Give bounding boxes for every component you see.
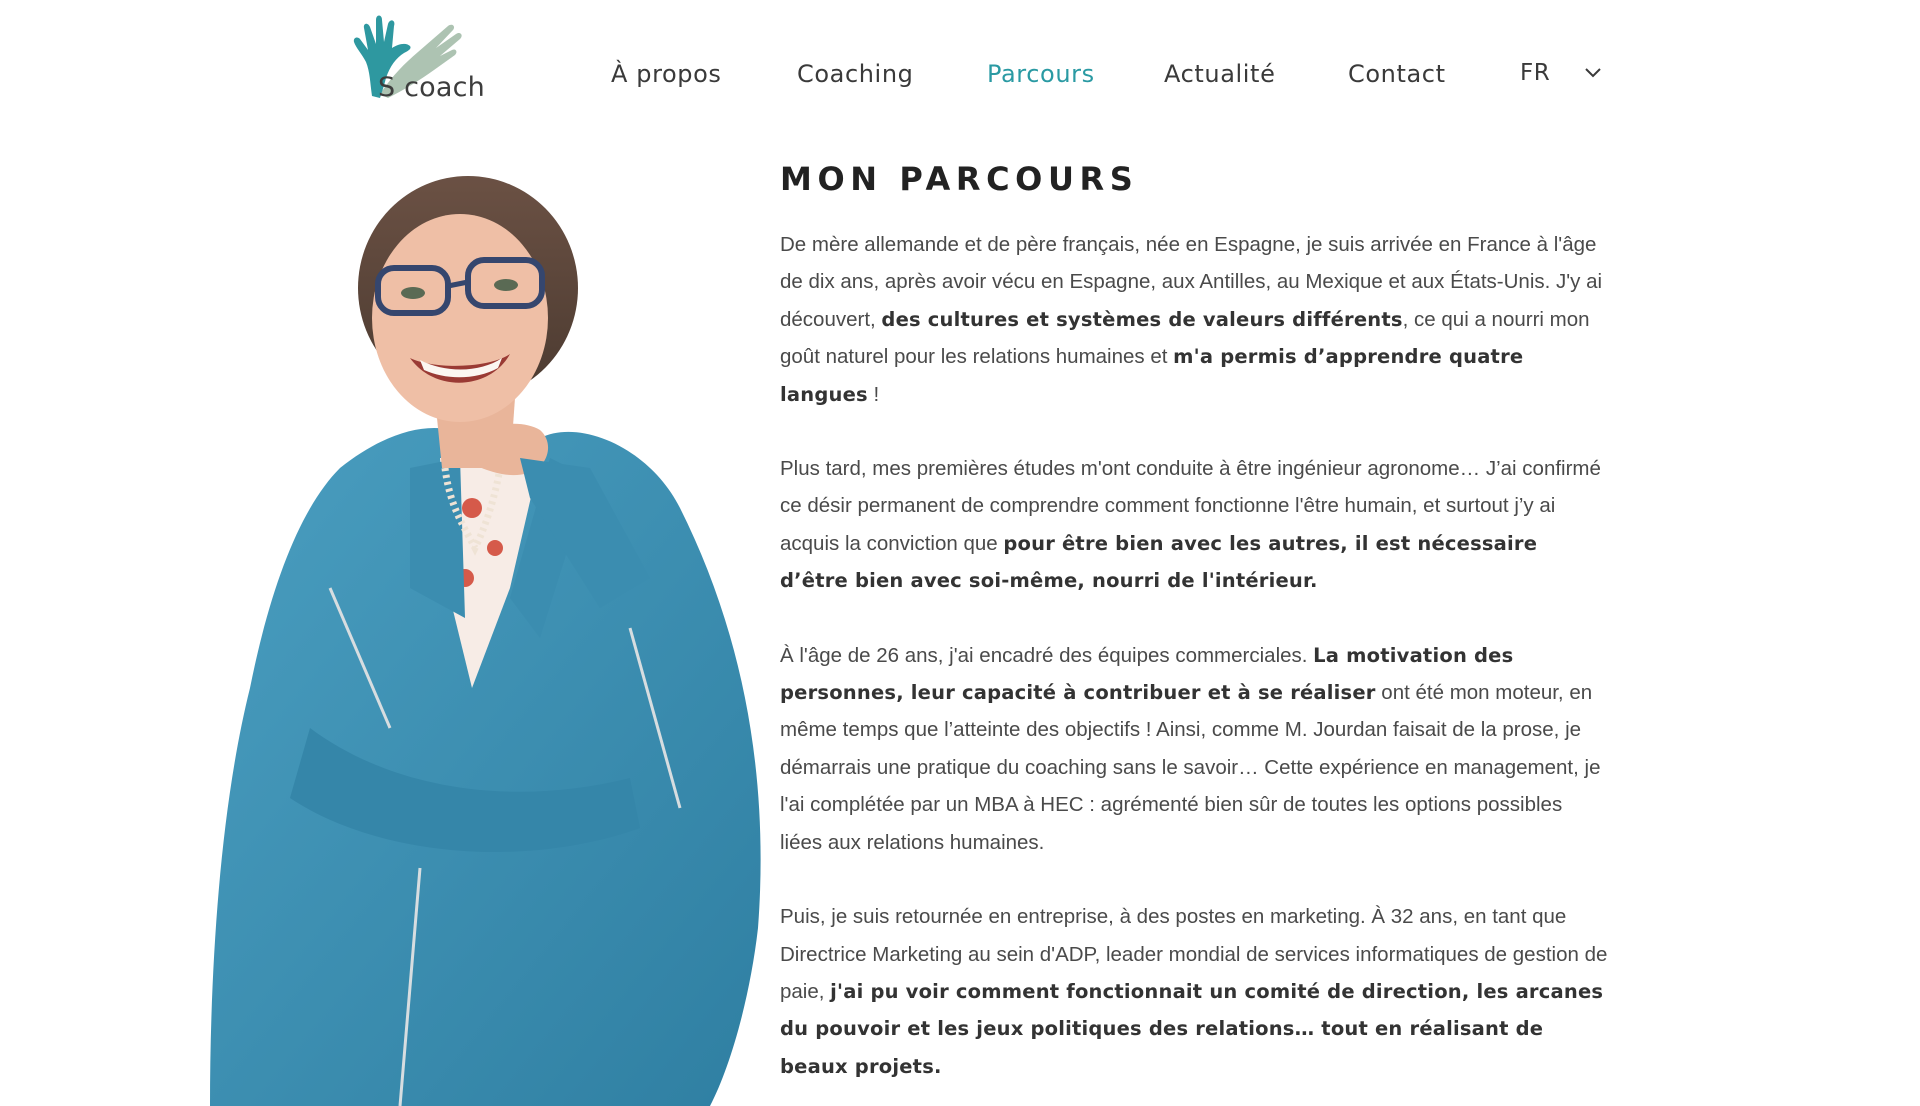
nav-item-contact[interactable]: Contact	[1348, 60, 1446, 88]
nav-item-coaching[interactable]: Coaching	[797, 60, 913, 88]
paragraph: Puis, je suis retournée en entreprise, à…	[780, 898, 1610, 1085]
chevron-down-icon	[1585, 68, 1601, 78]
page-title: MON PARCOURS	[780, 160, 1139, 198]
nav-item-a-propos[interactable]: À propos	[611, 60, 722, 88]
parcours-text: De mère allemande et de père français, n…	[780, 226, 1610, 1085]
paragraph: Plus tard, mes premières études m'ont co…	[780, 450, 1610, 600]
body-text: ont été mon moteur, en même temps que l’…	[780, 681, 1601, 854]
bold-text: j'ai pu voir comment fonctionnait un com…	[780, 979, 1604, 1078]
main-nav: À propos Coaching Parcours Actualité Con…	[0, 60, 1920, 94]
body-text: !	[867, 382, 880, 406]
nav-item-actualite[interactable]: Actualité	[1164, 60, 1275, 88]
language-label: FR	[1520, 60, 1551, 86]
bold-text: des cultures et systèmes de valeurs diff…	[881, 307, 1403, 331]
language-selector[interactable]: FR	[1520, 60, 1601, 86]
nav-item-parcours[interactable]: Parcours	[987, 60, 1095, 88]
paragraph: À l'âge de 26 ans, j'ai encadré des équi…	[780, 637, 1610, 861]
portrait-photo	[210, 168, 780, 1106]
parcours-content: MON PARCOURS De mère allemande et de pèr…	[780, 160, 1610, 1085]
body-text: À l'âge de 26 ans, j'ai encadré des équi…	[780, 643, 1314, 667]
paragraph: De mère allemande et de père français, n…	[780, 226, 1610, 413]
